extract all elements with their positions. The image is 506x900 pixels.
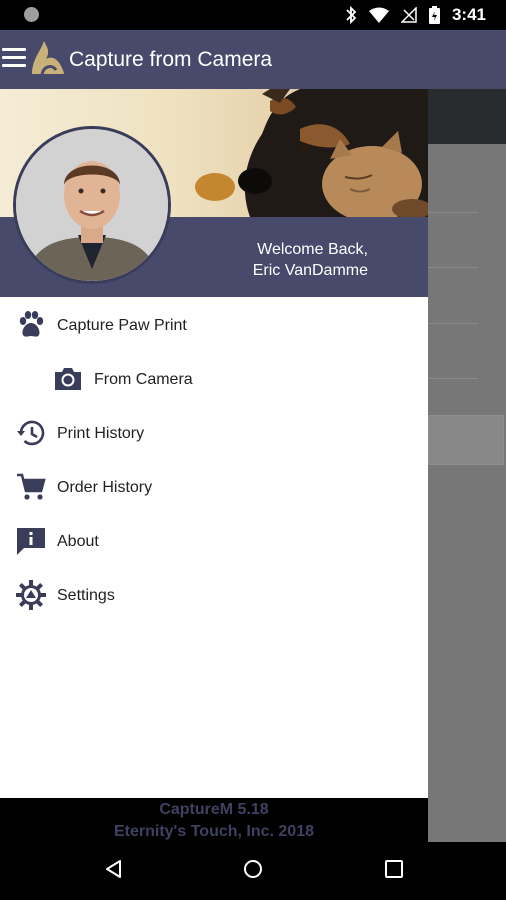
status-bar: 3:41 [0,0,506,30]
wifi-icon [368,7,389,23]
menu-label: From Camera [94,371,193,388]
drawer-header: Welcome Back, Eric VanDamme [0,89,428,297]
menu-item-print-history[interactable]: Print History [0,405,428,459]
welcome-greeting: Welcome Back, [257,241,368,258]
avatar[interactable] [13,126,171,284]
menu-label: Order History [57,479,153,496]
menu-label: Capture Paw Print [57,317,187,334]
menu-label: About [57,533,99,550]
clock: 3:41 [451,5,486,24]
home-icon[interactable] [243,859,263,879]
battery-icon [428,6,440,24]
menu-item-capture-paw-print[interactable]: Capture Paw Print [0,297,428,351]
menu-item-about[interactable]: About [0,513,428,567]
navigation-drawer: Welcome Back, Eric VanDamme Capture Paw … [0,89,428,842]
navigation-bar [0,842,506,900]
drawer-menu: Capture Paw Print From Camera Print Hist… [0,297,428,621]
cart-icon [17,473,46,500]
background-footer [428,798,506,842]
page-title: Capture from Camera [69,48,273,71]
user-name: Eric VanDamme [252,262,368,279]
gear-icon [16,580,46,610]
paw-icon [19,311,44,337]
camera-icon [55,368,81,390]
bluetooth-icon [346,6,357,24]
recents-icon[interactable] [384,859,404,879]
menu-item-settings[interactable]: Settings [0,567,428,621]
menu-label: Print History [57,425,145,442]
notification-dot-icon [24,7,39,22]
drawer-footer: CaptureM 5.18 Eternity's Touch, Inc. 201… [0,798,428,842]
info-icon [17,528,45,555]
background-content [428,89,506,842]
menu-label: Settings [57,587,115,604]
back-icon[interactable] [104,859,124,879]
menu-item-order-history[interactable]: Order History [0,459,428,513]
welcome-message: Welcome Back, Eric VanDamme [253,239,368,281]
copyright: Eternity's Touch, Inc. 2018 [113,823,314,840]
history-icon [17,420,45,446]
no-signal-icon [400,7,417,23]
app-bar: Capture from Camera [0,30,506,89]
app-version: CaptureM 5.18 [159,801,269,818]
menu-item-from-camera[interactable]: From Camera [0,351,428,405]
logo-icon [32,41,64,75]
